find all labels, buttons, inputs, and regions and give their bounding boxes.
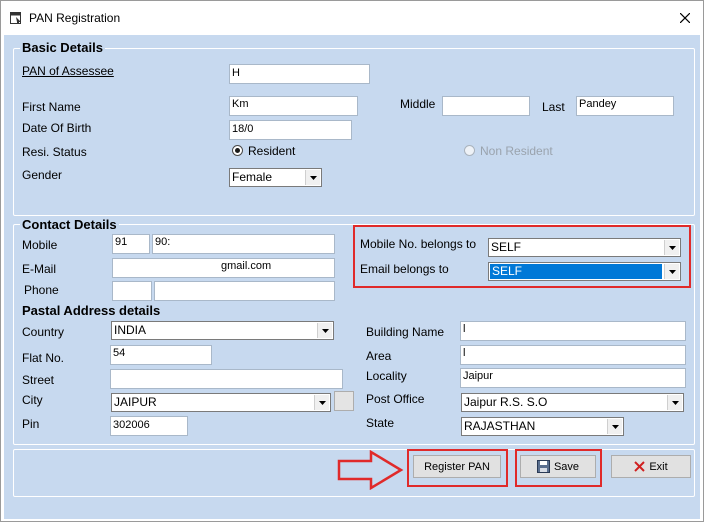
city-value: JAIPUR bbox=[114, 395, 157, 409]
resident-radio[interactable] bbox=[232, 145, 243, 156]
middle-name-label: Middle bbox=[400, 97, 436, 111]
post-office-label: Post Office bbox=[366, 392, 425, 406]
city-select[interactable]: JAIPUR bbox=[111, 393, 331, 412]
exit-button[interactable]: Exit bbox=[611, 455, 691, 478]
city-lookup-button[interactable] bbox=[334, 391, 354, 411]
arrow-right-icon bbox=[337, 450, 404, 490]
resi-status-label: Resi. Status bbox=[22, 145, 87, 159]
mobile-code-input[interactable]: 91 bbox=[112, 234, 150, 254]
chevron-down-icon bbox=[305, 170, 320, 185]
street-label: Street bbox=[22, 373, 55, 387]
state-value: RAJASTHAN bbox=[464, 419, 536, 433]
first-name-label: First Name bbox=[22, 100, 81, 114]
gender-value: Female bbox=[232, 170, 273, 184]
state-label: State bbox=[366, 416, 395, 430]
save-label: Save bbox=[553, 460, 580, 473]
resident-label: Resident bbox=[248, 144, 296, 158]
floppy-disk-icon bbox=[536, 460, 550, 473]
area-input[interactable]: l bbox=[460, 345, 686, 365]
post-office-select[interactable]: Jaipur R.S. S.O bbox=[461, 393, 684, 412]
chevron-down-icon bbox=[667, 395, 682, 410]
area-label: Area bbox=[366, 349, 392, 363]
app-icon bbox=[10, 12, 21, 24]
street-input[interactable] bbox=[110, 369, 343, 389]
email-label: E-Mail bbox=[22, 262, 57, 276]
form-client-area: Basic Details PAN of Assessee H First Na… bbox=[4, 35, 700, 519]
gender-select[interactable]: Female bbox=[229, 168, 322, 187]
building-name-label: Building Name bbox=[366, 325, 445, 339]
pan-input[interactable]: H bbox=[229, 64, 370, 84]
save-button[interactable]: Save bbox=[520, 455, 596, 478]
postal-address-title: Pastal Address details bbox=[22, 303, 161, 318]
phone-label: Phone bbox=[24, 283, 59, 297]
email-input[interactable]: gmail.com bbox=[112, 258, 335, 278]
register-pan-button[interactable]: Register PAN bbox=[413, 455, 501, 478]
mobile-label: Mobile bbox=[22, 238, 58, 252]
flat-no-label: Flat No. bbox=[22, 351, 65, 365]
last-name-label: Last bbox=[542, 100, 565, 114]
non-resident-radio[interactable] bbox=[464, 145, 475, 156]
close-icon bbox=[680, 13, 690, 23]
phone-code-input[interactable] bbox=[112, 281, 152, 301]
state-select[interactable]: RAJASTHAN bbox=[461, 417, 624, 436]
middle-name-input[interactable] bbox=[442, 96, 530, 116]
gender-label: Gender bbox=[22, 168, 63, 182]
pin-input[interactable]: 302006 bbox=[110, 416, 188, 436]
phone-number-input[interactable] bbox=[154, 281, 335, 301]
country-value: INDIA bbox=[114, 323, 147, 337]
pan-registration-window: PAN Registration Basic Details PAN of As… bbox=[0, 0, 704, 522]
country-label: Country bbox=[22, 325, 65, 339]
contact-details-title: Contact Details bbox=[20, 217, 119, 232]
dob-input[interactable]: 18/0 bbox=[229, 120, 352, 140]
chevron-down-icon bbox=[317, 323, 332, 338]
locality-input[interactable]: Jaipur bbox=[460, 368, 686, 388]
close-button[interactable] bbox=[671, 5, 699, 31]
non-resident-label: Non Resident bbox=[480, 144, 553, 158]
flat-no-input[interactable]: 54 bbox=[110, 345, 212, 365]
register-pan-label: Register PAN bbox=[424, 460, 490, 473]
building-name-input[interactable]: l bbox=[460, 321, 686, 341]
window-title: PAN Registration bbox=[29, 11, 121, 25]
belongs-to-highlight bbox=[353, 225, 691, 288]
locality-label: Locality bbox=[366, 369, 407, 383]
basic-details-title: Basic Details bbox=[20, 40, 105, 55]
last-name-input[interactable]: Pandey bbox=[576, 96, 674, 116]
country-select[interactable]: INDIA bbox=[111, 321, 334, 340]
email-value: gmail.com bbox=[221, 260, 272, 272]
post-office-value: Jaipur R.S. S.O bbox=[464, 395, 548, 409]
title-bar: PAN Registration bbox=[1, 1, 703, 35]
pan-label: PAN of Assessee bbox=[22, 64, 114, 78]
city-label: City bbox=[22, 393, 43, 407]
close-icon bbox=[634, 461, 646, 472]
exit-label: Exit bbox=[649, 460, 668, 473]
chevron-down-icon bbox=[607, 419, 622, 434]
first-name-input[interactable]: Km bbox=[229, 96, 358, 116]
chevron-down-icon bbox=[314, 395, 329, 410]
mobile-number-input[interactable]: 90: bbox=[152, 234, 335, 254]
dob-label: Date Of Birth bbox=[22, 121, 92, 135]
pin-label: Pin bbox=[22, 417, 40, 431]
